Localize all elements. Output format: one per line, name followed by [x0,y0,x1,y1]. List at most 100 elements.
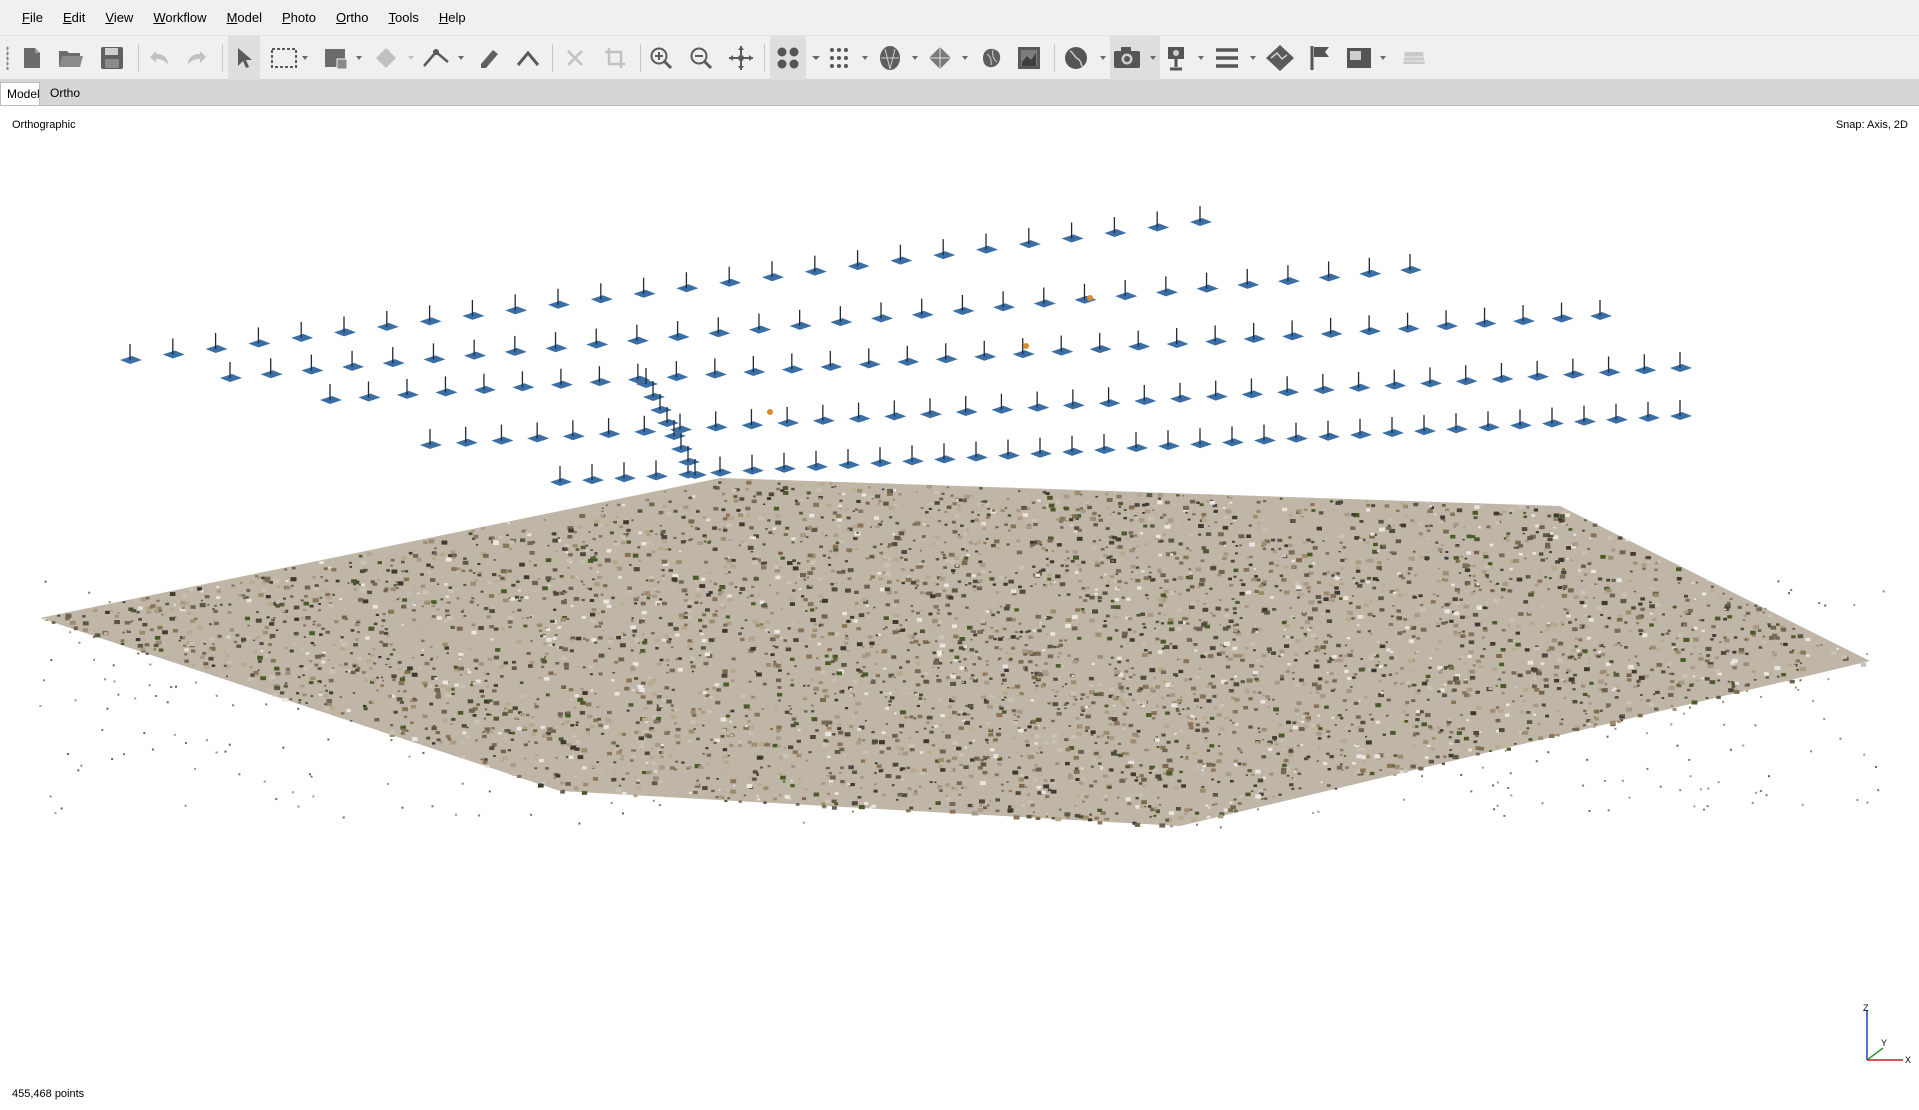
cloud-point [145,652,149,655]
undo-icon[interactable] [144,36,174,80]
cloud-point [339,598,343,601]
cloud-point [1656,662,1663,667]
cloud-point [919,591,925,595]
menu-model[interactable]: Model [217,0,272,36]
angle-icon[interactable] [512,36,544,80]
show-mesh-icon[interactable] [876,36,922,80]
menu-ortho[interactable]: Ortho [326,0,379,36]
show-tiled-model-icon[interactable] [926,36,972,80]
cloud-point [1599,709,1603,712]
show-orthomosaic-icon[interactable] [1014,36,1044,80]
tab-model[interactable]: Model [0,82,40,105]
cloud-point [1538,552,1544,556]
menu-edit[interactable]: Edit [53,0,95,36]
show-points-icon[interactable] [770,36,806,80]
redo-icon[interactable] [182,36,212,80]
show-layers-icon[interactable] [1262,36,1298,80]
rectangle-selection-icon[interactable] [268,36,312,80]
menu-workflow[interactable]: Workflow [143,0,216,36]
zoom-out-icon[interactable] [686,36,716,80]
ruler-icon[interactable] [420,36,468,80]
cloud-point [1296,509,1301,513]
cloud-point [1525,539,1529,542]
cloud-point [289,698,293,700]
cloud-point [1100,548,1105,551]
show-grid-icon[interactable] [1344,36,1390,80]
cloud-point [1582,529,1585,532]
menu-help[interactable]: Help [429,0,476,36]
cloud-point [1329,500,1334,503]
rotate-object-icon[interactable] [372,36,418,80]
menu-tools[interactable]: Tools [379,0,429,36]
cloud-point [1428,666,1432,669]
open-icon[interactable] [56,36,86,80]
menu-view[interactable]: View [95,0,143,36]
cloud-point [1064,738,1069,742]
menu-photo[interactable]: Photo [272,0,326,36]
cloud-point [253,670,259,675]
toolbar-grip-icon[interactable] [6,46,9,70]
show-cameras-icon[interactable] [1110,36,1160,80]
cloud-point [1368,668,1372,671]
cloud-point [1310,665,1313,667]
cloud-point [1746,690,1749,692]
cloud-point [1054,695,1057,697]
new-icon[interactable] [18,36,46,80]
tab-ortho[interactable]: Ortho [44,82,86,105]
menu-file[interactable]: File [12,0,53,36]
cloud-point [1600,555,1606,559]
cloud-point [1042,625,1046,628]
cloud-point [907,619,911,622]
cloud-point [486,731,490,734]
show-shapes-icon[interactable] [1212,36,1262,80]
cloud-point [1661,633,1665,636]
cloud-point [583,782,589,787]
cloud-point [642,717,648,722]
cloud-point [1136,545,1140,548]
save-icon[interactable] [98,36,126,80]
cloud-point [293,605,300,610]
cloud-point [634,730,639,734]
reset-view-icon[interactable] [726,36,756,80]
cloud-point [1004,576,1007,579]
cloud-point [1470,711,1477,716]
cloud-point [1389,656,1394,660]
cloud-point [1194,799,1197,801]
cloud-point [1199,577,1206,582]
cloud-point [429,646,433,648]
delete-icon[interactable] [560,36,590,80]
cloud-point [354,623,360,627]
show-points-dropdown-icon[interactable] [808,36,824,80]
show-dem-icon[interactable] [976,36,1006,80]
model-viewport[interactable]: Orthographic Snap: Axis, 2D 455,468 poin… [0,106,1919,1110]
cloud-point [744,619,748,622]
cloud-point [402,676,405,678]
cloud-point [1254,575,1258,578]
cloud-point [1380,625,1384,628]
resize-region-icon[interactable] [320,36,366,80]
show-dense-cloud-icon[interactable] [826,36,872,80]
cloud-point [499,535,503,539]
cloud-point [834,693,837,695]
crop-icon[interactable] [600,36,630,80]
cloud-point [1250,642,1255,646]
shape-icon[interactable] [474,36,504,80]
cloud-point [1529,621,1534,625]
cloud-point [986,722,991,725]
point-cloud-scene[interactable] [0,106,1919,1110]
cloud-point [777,775,780,778]
show-images-icon[interactable] [1304,36,1336,80]
cloud-point [531,732,537,736]
zoom-in-icon[interactable] [646,36,676,80]
cloud-point [1419,522,1423,526]
show-region-icon[interactable] [1060,36,1110,80]
show-markers-icon[interactable] [1162,36,1208,80]
show-pieces-icon[interactable] [1398,36,1430,80]
cloud-point [383,631,389,635]
cloud-point [624,552,631,557]
cloud-point [983,700,989,704]
cloud-point [1159,587,1163,589]
navigation-icon[interactable] [228,36,260,80]
cloud-point [1469,675,1476,680]
cloud-point [968,774,974,779]
